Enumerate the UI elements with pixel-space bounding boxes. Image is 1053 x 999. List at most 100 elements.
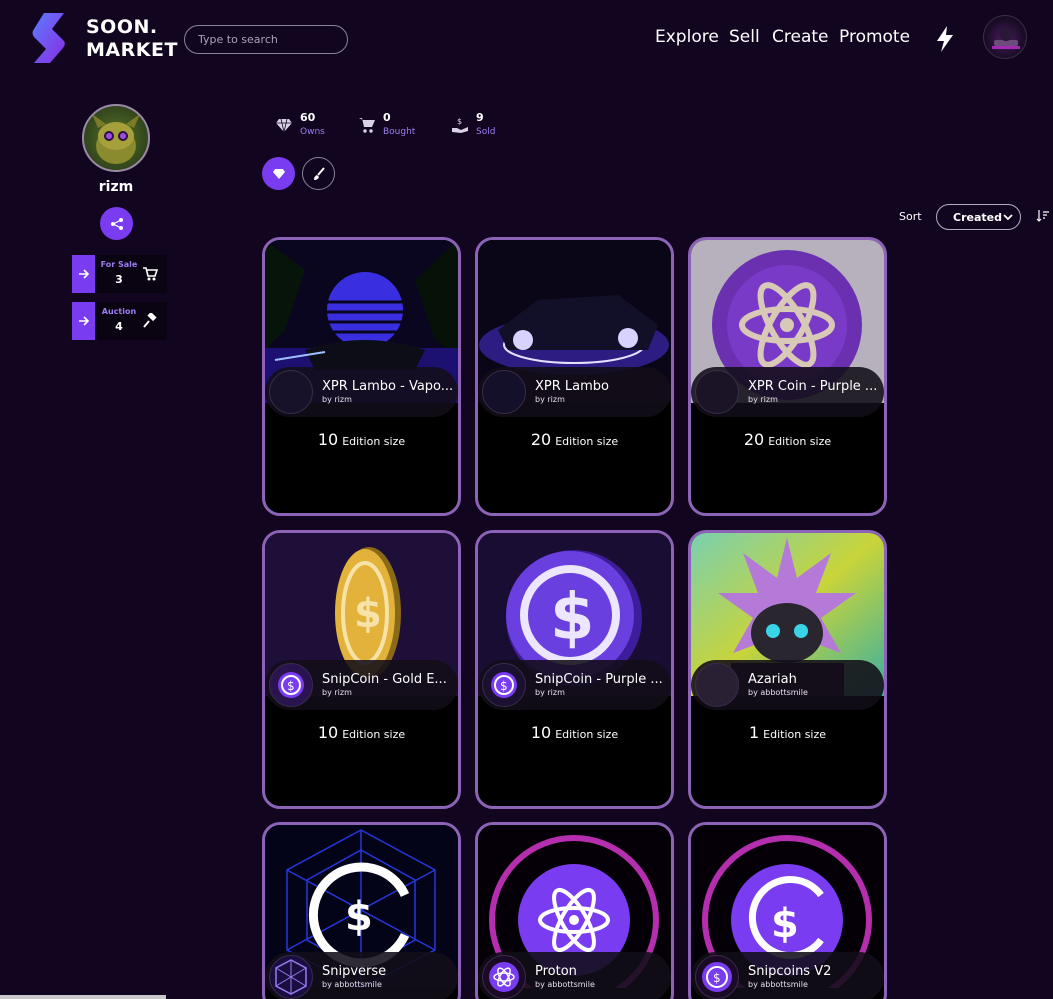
- nav-create[interactable]: Create: [772, 27, 829, 47]
- nft-card[interactable]: XPR Lambo by rizm 20 Edition size: [475, 237, 674, 516]
- card-title: Snipverse: [322, 964, 387, 979]
- owns-label: Owns: [300, 127, 325, 137]
- nft-card[interactable]: XPR Coin - Purple ... by rizm 20 Edition …: [688, 237, 887, 516]
- top-header: SOON. MARKET Explore Sell Create Promote: [0, 0, 1053, 80]
- edition-count: 10: [317, 723, 339, 742]
- sort-dropdown[interactable]: Created: [936, 204, 1021, 230]
- brush-icon: [313, 166, 325, 180]
- soon-logo-icon[interactable]: [30, 13, 66, 63]
- diamond-icon: [272, 168, 285, 179]
- edition-count: 10: [530, 723, 552, 742]
- chevron-down-icon: [1003, 214, 1013, 221]
- auction-label: Auction: [101, 307, 137, 316]
- svg-text:$: $: [771, 901, 799, 947]
- tab-created[interactable]: [302, 157, 335, 190]
- lightning-icon[interactable]: [934, 26, 956, 52]
- card-info: $ Snipcoins V2 by abbottsmile: [691, 952, 884, 999]
- atom-thumb-icon: [489, 962, 519, 992]
- svg-text:$: $: [713, 971, 721, 985]
- user-avatar[interactable]: [983, 15, 1027, 59]
- horizontal-scrollbar[interactable]: [0, 995, 166, 999]
- card-creator: by rizm: [748, 395, 778, 404]
- svg-text:$: $: [457, 117, 462, 126]
- card-creator: by abbottsmile: [322, 980, 382, 989]
- card-thumbnail: [695, 370, 739, 414]
- profile-username: rizm: [98, 179, 134, 195]
- edition-label: Edition size: [768, 435, 832, 448]
- diamond-icon: [276, 118, 292, 133]
- sort-order-icon[interactable]: [1036, 209, 1050, 223]
- for-sale-stat[interactable]: For Sale 3: [72, 255, 167, 293]
- nft-card[interactable]: $ $ SnipCoin - Gold E... by rizm 10 Editi…: [262, 530, 461, 809]
- edition-count: 1: [748, 723, 760, 742]
- edition-label: Edition size: [342, 435, 406, 448]
- snipcoin-thumb-icon: $: [491, 672, 517, 698]
- card-creator: by abbottsmile: [748, 688, 808, 697]
- edition-label: Edition size: [342, 728, 406, 741]
- profile-avatar: [82, 104, 150, 172]
- edition-count: 20: [530, 430, 552, 449]
- svg-text:$: $: [500, 679, 508, 693]
- card-info: $ SnipCoin - Gold E... by rizm: [265, 660, 458, 710]
- for-sale-label: For Sale: [100, 260, 138, 269]
- edition-count: 20: [743, 430, 765, 449]
- card-title: SnipCoin - Gold E...: [322, 672, 447, 687]
- edition-label: Edition size: [555, 728, 619, 741]
- card-edition: 20 Edition size: [691, 430, 884, 449]
- gavel-icon: [143, 313, 157, 328]
- card-title: SnipCoin - Purple ...: [535, 672, 663, 687]
- card-thumbnail: $: [482, 663, 526, 707]
- card-edition: 10 Edition size: [265, 430, 458, 449]
- nft-card[interactable]: XPR Lambo - Vapo... by rizm 10 Edition si…: [262, 237, 461, 516]
- edition-count: 10: [317, 430, 339, 449]
- for-sale-arrow[interactable]: [72, 255, 95, 293]
- cart-icon: [143, 267, 158, 281]
- card-thumbnail: [695, 663, 739, 707]
- owns-value: 60: [300, 111, 316, 124]
- card-edition: 20 Edition size: [478, 430, 671, 449]
- nav-sell[interactable]: Sell: [729, 27, 760, 47]
- nft-card[interactable]: $ Snipverse by abbottsmile: [262, 822, 461, 999]
- snipverse-thumb-icon: [275, 959, 307, 995]
- card-edition: 10 Edition size: [265, 723, 458, 742]
- svg-text:$: $: [550, 581, 595, 655]
- arrow-right-icon: [78, 269, 89, 279]
- bought-value: 0: [383, 111, 391, 124]
- card-title: XPR Lambo - Vapo...: [322, 379, 454, 394]
- nft-card[interactable]: Azariah by abbottsmile 1 Edition size: [688, 530, 887, 809]
- nav-explore[interactable]: Explore: [655, 27, 719, 47]
- card-creator: by rizm: [322, 395, 352, 404]
- cart-icon: [359, 118, 375, 133]
- card-info: Snipverse by abbottsmile: [265, 952, 458, 999]
- for-sale-count: 3: [115, 273, 123, 286]
- nav-promote[interactable]: Promote: [839, 27, 910, 47]
- tab-owned[interactable]: [262, 157, 295, 190]
- auction-count: 4: [115, 320, 123, 333]
- card-title: XPR Coin - Purple ...: [748, 379, 878, 394]
- snipcoin-thumb-icon: $: [702, 962, 732, 992]
- card-info: Proton by abbottsmile: [478, 952, 671, 999]
- nft-card[interactable]: $ $ SnipCoin - Purple ... by rizm 10 Edit…: [475, 530, 674, 809]
- nft-card[interactable]: $ $ Snipcoins V2 by abbottsmile: [688, 822, 887, 999]
- edition-label: Edition size: [763, 728, 827, 741]
- auction-arrow[interactable]: [72, 302, 95, 340]
- card-creator: by rizm: [535, 688, 565, 697]
- snipcoin-thumb-icon: $: [278, 672, 304, 698]
- brand-line-2: MARKET: [86, 39, 178, 61]
- search-input[interactable]: [184, 25, 348, 54]
- auction-stat[interactable]: Auction 4: [72, 302, 167, 340]
- dollar-hand-icon: $: [452, 117, 468, 133]
- share-button[interactable]: [100, 207, 133, 240]
- card-info: $ SnipCoin - Purple ... by rizm: [478, 660, 671, 710]
- nft-card[interactable]: Proton by abbottsmile: [475, 822, 674, 999]
- card-title: XPR Lambo: [535, 379, 609, 394]
- card-info: XPR Lambo - Vapo... by rizm: [265, 367, 458, 417]
- avatar-art-icon: [992, 27, 1020, 49]
- card-title: Proton: [535, 964, 577, 979]
- card-creator: by rizm: [322, 688, 352, 697]
- arrow-right-icon: [78, 316, 89, 326]
- card-creator: by abbottsmile: [748, 980, 808, 989]
- card-thumbnail: [269, 370, 313, 414]
- brand-name[interactable]: SOON. MARKET: [86, 16, 178, 62]
- card-title: Snipcoins V2: [748, 964, 832, 979]
